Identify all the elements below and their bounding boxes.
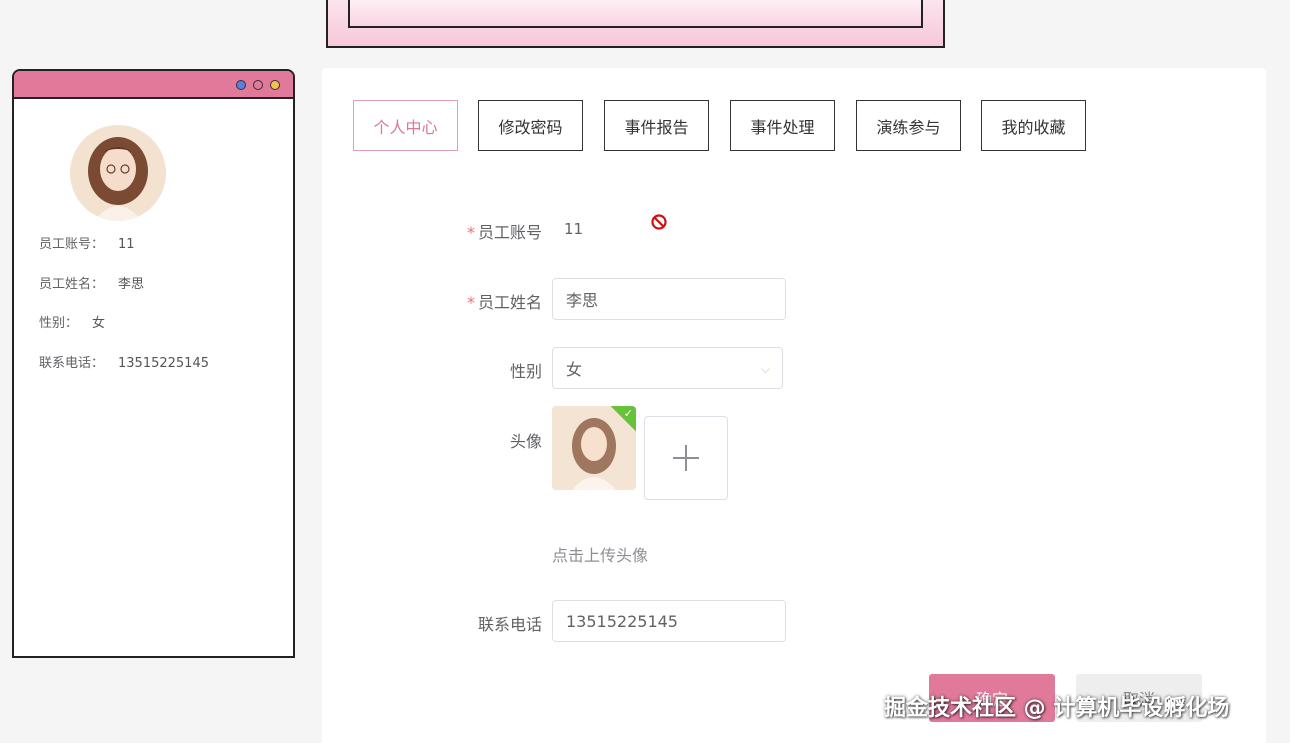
card-phone-row: 联系电话： 13515225145 bbox=[39, 352, 209, 371]
avatar-upload-button[interactable] bbox=[644, 416, 728, 500]
yellow-dot-icon bbox=[270, 80, 280, 90]
card-phone-value: 13515225145 bbox=[118, 356, 209, 371]
phone-input[interactable]: 13515225145 bbox=[552, 600, 786, 642]
gender-select-value: 女 bbox=[566, 360, 583, 379]
watermark: 掘金技术社区 @ 计算机毕设孵化场 bbox=[884, 696, 1230, 721]
card-phone-label: 联系电话： bbox=[39, 356, 105, 371]
card-gender-value: 女 bbox=[92, 316, 106, 331]
avatar-thumbnail[interactable]: ✓ bbox=[552, 406, 636, 490]
gender-label: 性别 bbox=[509, 362, 542, 381]
card-account-row: 员工账号： 11 bbox=[39, 233, 135, 252]
tab-my-favorites[interactable]: 我的收藏 bbox=[981, 100, 1086, 151]
blue-dot-icon bbox=[236, 80, 246, 90]
profile-card-titlebar bbox=[14, 71, 293, 99]
card-account-label: 员工账号： bbox=[39, 237, 105, 252]
card-name-label: 员工姓名： bbox=[39, 277, 105, 292]
required-mark: * bbox=[466, 293, 475, 312]
profile-avatar bbox=[70, 125, 166, 221]
card-gender-label: 性别： bbox=[39, 316, 79, 331]
main-panel: 个人中心 修改密码 事件报告 事件处理 演练参与 我的收藏 * 员工账号 11 *… bbox=[322, 68, 1266, 743]
account-value: 11 bbox=[564, 220, 584, 238]
card-gender-row: 性别： 女 bbox=[39, 312, 105, 331]
phone-label: 联系电话 bbox=[477, 615, 542, 634]
not-allowed-icon bbox=[651, 214, 667, 230]
profile-card: 员工账号： 11 员工姓名： 李思 性别： 女 联系电话： 13515225145 bbox=[12, 69, 295, 658]
tab-event-handling[interactable]: 事件处理 bbox=[730, 100, 835, 151]
pink-dot-icon bbox=[253, 80, 263, 90]
upload-hint: 点击上传头像 bbox=[552, 546, 649, 565]
top-banner bbox=[326, 0, 945, 48]
card-name-value: 李思 bbox=[118, 277, 145, 292]
chevron-down-icon: ⌵ bbox=[760, 362, 770, 376]
avatar-label: 头像 bbox=[509, 432, 542, 451]
account-label: * 员工账号 bbox=[422, 219, 542, 243]
tab-personal-center[interactable]: 个人中心 bbox=[353, 100, 458, 151]
name-label-text: 员工姓名 bbox=[477, 293, 542, 312]
plus-icon bbox=[673, 445, 699, 471]
name-label: * 员工姓名 bbox=[422, 289, 542, 313]
check-icon: ✓ bbox=[623, 407, 633, 420]
tab-event-report[interactable]: 事件报告 bbox=[604, 100, 709, 151]
tab-drill-participation[interactable]: 演练参与 bbox=[856, 100, 961, 151]
required-mark: * bbox=[466, 223, 475, 242]
card-name-row: 员工姓名： 李思 bbox=[39, 273, 144, 292]
name-input[interactable]: 李思 bbox=[552, 278, 786, 320]
top-banner-inner bbox=[348, 0, 923, 28]
account-label-text: 员工账号 bbox=[477, 223, 542, 242]
gender-select[interactable]: 女 ⌵ bbox=[552, 347, 783, 389]
tab-change-password[interactable]: 修改密码 bbox=[478, 100, 583, 151]
card-account-value: 11 bbox=[118, 237, 135, 252]
